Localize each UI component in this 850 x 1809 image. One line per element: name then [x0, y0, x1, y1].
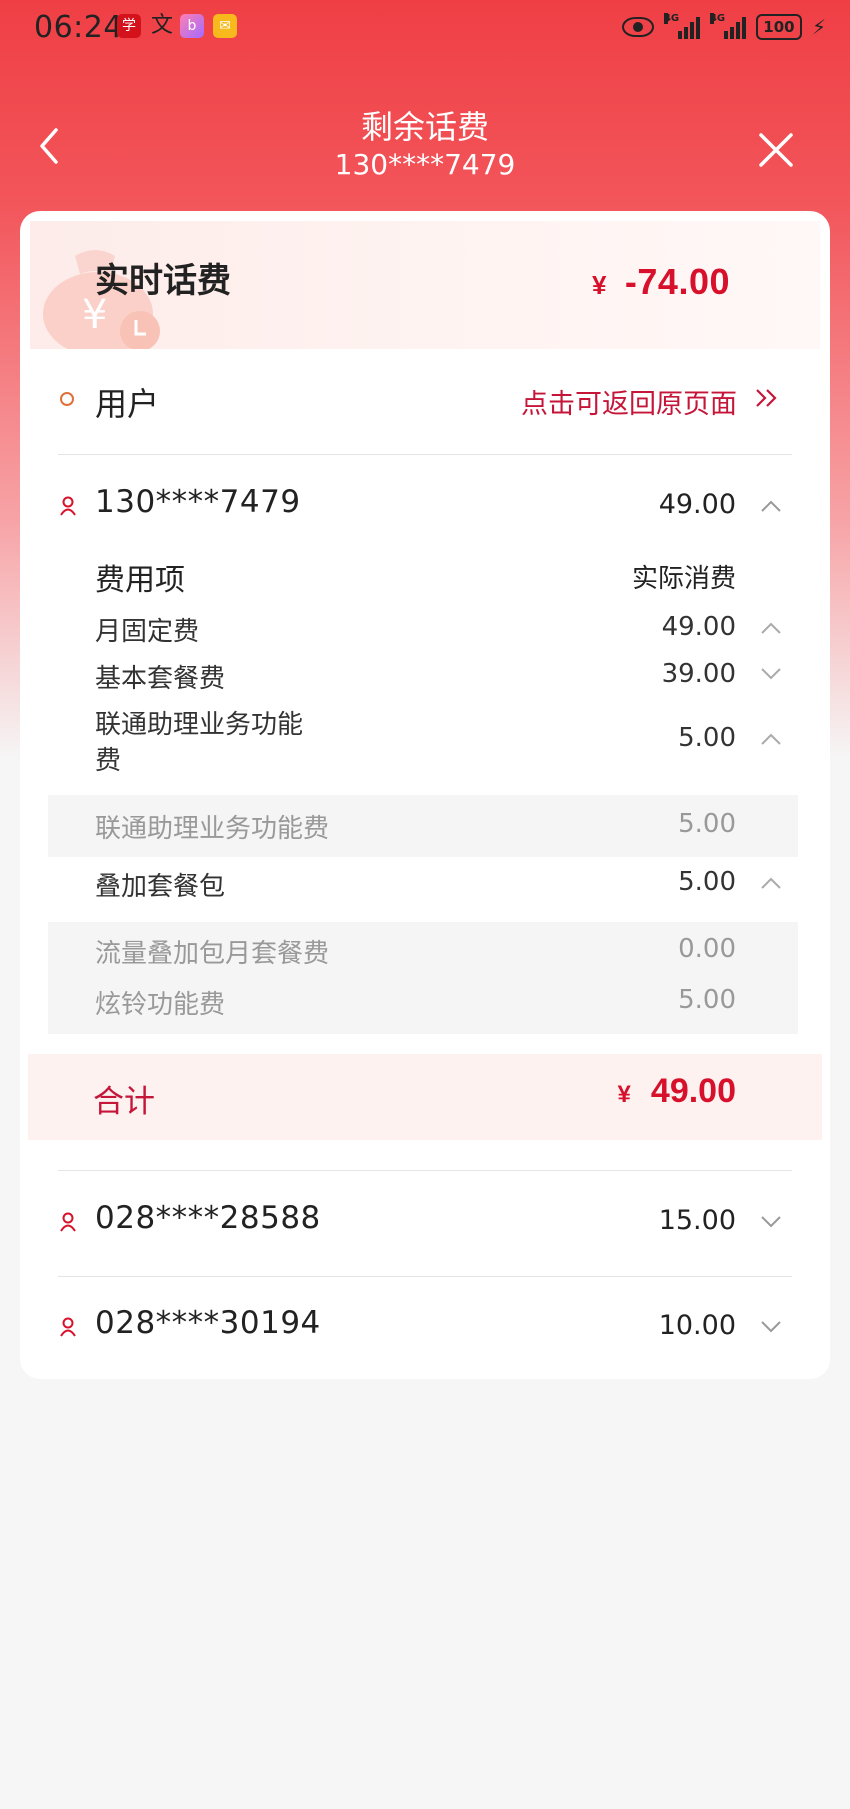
chevron-down-icon[interactable] — [760, 667, 782, 681]
account-number[interactable]: 028****30194 — [95, 1305, 321, 1341]
realtime-fee-title: 实时话费 — [95, 261, 231, 301]
sub-item-name: 炫铃功能费 — [95, 990, 226, 1020]
fee-item-value: 5.00 — [678, 723, 736, 753]
account-amount: 10.00 — [658, 1310, 736, 1341]
chevron-up-icon[interactable] — [760, 621, 782, 635]
realtime-fee-amount: ¥ -74.00 — [591, 261, 730, 302]
account-number[interactable]: 028****28588 — [95, 1200, 321, 1236]
fee-item-header: 费用项 — [95, 563, 185, 598]
message-icon: ✉ — [213, 14, 237, 38]
account-number[interactable]: 130****7479 — [95, 484, 301, 520]
sub-item-name: 流量叠加包月套餐费 — [95, 939, 330, 969]
fee-item-value: 39.00 — [661, 659, 736, 689]
bill-card: ¥ 实时话费 ¥ -74.00 用户 点击可返回原页面 130****7479 4… — [20, 211, 830, 1379]
page-title: 剩余话费 — [360, 108, 489, 146]
total-label: 合计 — [93, 1084, 155, 1120]
divider — [58, 454, 792, 455]
fee-item-name-line2: 费 — [95, 746, 122, 776]
signal-icon: 4G — [709, 13, 746, 39]
circle-bullet-icon — [60, 392, 74, 406]
realtime-fee-banner: ¥ 实时话费 ¥ -74.00 — [30, 221, 820, 349]
chevron-down-icon[interactable] — [760, 1215, 782, 1229]
translate-icon: 文 — [150, 13, 173, 38]
fee-item-name: 月固定费 — [95, 617, 200, 647]
app-notification-icon: 学 — [117, 14, 141, 38]
signal-icon: 4G — [663, 13, 700, 39]
chevron-up-icon[interactable] — [760, 499, 782, 513]
bilibili-icon: b — [180, 14, 204, 38]
battery-icon: 100 — [755, 14, 802, 40]
account-amount: 15.00 — [658, 1205, 736, 1236]
divider — [58, 1276, 792, 1277]
return-original-page-link[interactable]: 点击可返回原页面 — [521, 382, 737, 421]
user-icon — [60, 496, 76, 516]
double-chevron-right-icon[interactable] — [754, 387, 780, 409]
page-subtitle: 130****7479 — [334, 148, 516, 181]
status-indicators: 4G 4G 100 ⚡ — [621, 10, 826, 44]
fee-item-value: 5.00 — [678, 867, 736, 897]
close-icon[interactable] — [756, 130, 796, 170]
fee-item-name-line1: 联通助理业务功能 — [95, 710, 304, 740]
chevron-up-icon[interactable] — [760, 732, 782, 746]
total-amount: ¥49.00 — [617, 1072, 736, 1110]
eye-icon — [621, 17, 654, 37]
sub-item-name: 联通助理业务功能费 — [95, 814, 330, 844]
user-label: 用户 — [95, 385, 160, 423]
status-time: 06:24 — [34, 10, 123, 45]
sub-item-value: 5.00 — [678, 809, 736, 839]
chevron-down-icon[interactable] — [760, 1320, 782, 1334]
charging-icon: ⚡ — [811, 15, 826, 39]
fee-item-name: 叠加套餐包 — [95, 872, 226, 902]
sub-item-value: 5.00 — [678, 985, 736, 1015]
divider — [58, 1170, 792, 1171]
actual-consumption-header: 实际消费 — [631, 564, 736, 594]
sub-item-value: 0.00 — [678, 934, 736, 964]
user-icon — [60, 1317, 76, 1337]
account-amount: 49.00 — [658, 489, 736, 520]
fee-item-name: 基本套餐费 — [95, 664, 226, 694]
chevron-up-icon[interactable] — [760, 876, 782, 890]
user-icon — [60, 1212, 76, 1232]
status-bar: 06:24 学 文 b ✉ 4G 4G 100 ⚡ — [0, 0, 850, 54]
fee-item-value: 49.00 — [661, 612, 736, 642]
